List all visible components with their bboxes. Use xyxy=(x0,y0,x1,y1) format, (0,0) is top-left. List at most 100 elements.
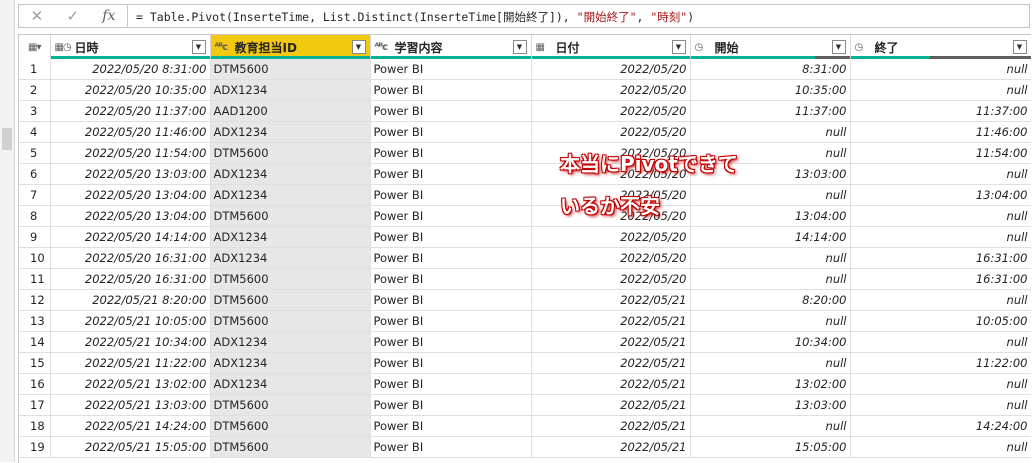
table-cell[interactable]: Power BI xyxy=(370,142,532,164)
table-cell[interactable]: 11:37:00 xyxy=(690,100,851,122)
fx-icon[interactable]: fx xyxy=(102,8,115,24)
table-cell[interactable]: ADX1234 xyxy=(210,331,371,353)
table-cell[interactable]: null xyxy=(690,415,851,437)
filter-dropdown-icon[interactable]: ▼ xyxy=(671,40,686,54)
row-number[interactable]: 15 xyxy=(19,352,51,374)
time-icon[interactable]: ◷ xyxy=(695,42,711,53)
table-cell[interactable]: Power BI xyxy=(370,184,532,206)
table-cell[interactable]: 2022/05/20 xyxy=(531,79,691,101)
table-cell[interactable]: DTM5600 xyxy=(210,415,371,437)
column-header-0[interactable]: ▦◷ 日時 ▼ xyxy=(50,35,211,59)
text-icon[interactable]: ᴬᴮᴄ xyxy=(215,42,231,53)
table-cell[interactable]: 11:54:00 xyxy=(850,142,1031,164)
column-header-2[interactable]: ᴬᴮᴄ 学習内容 ▼ xyxy=(370,35,532,59)
table-cell[interactable]: 2022/05/21 xyxy=(531,394,691,416)
table-cell[interactable]: null xyxy=(690,184,851,206)
column-header-3[interactable]: ▦ 日付 ▼ xyxy=(531,35,691,59)
table-cell[interactable]: Power BI xyxy=(370,100,532,122)
row-number[interactable]: 5 xyxy=(19,142,51,164)
table-cell[interactable]: null xyxy=(690,247,851,269)
table-cell[interactable]: null xyxy=(690,268,851,290)
row-number[interactable]: 6 xyxy=(19,163,51,185)
table-cell[interactable]: 2022/05/20 xyxy=(531,226,691,248)
filter-dropdown-icon[interactable]: ▼ xyxy=(191,40,206,54)
table-cell[interactable]: 2022/05/20 xyxy=(531,121,691,143)
row-number[interactable]: 12 xyxy=(19,289,51,311)
table-cell[interactable]: Power BI xyxy=(370,331,532,353)
table-cell[interactable]: Power BI xyxy=(370,79,532,101)
column-header-5[interactable]: ◷ 終了 ▼ xyxy=(850,35,1031,59)
table-cell[interactable]: 2022/05/20 13:03:00 xyxy=(50,163,211,185)
table-cell[interactable]: ADX1234 xyxy=(210,163,371,185)
row-number[interactable]: 8 xyxy=(19,205,51,227)
time-icon[interactable]: ◷ xyxy=(855,42,871,53)
table-cell[interactable]: 2022/05/20 13:04:00 xyxy=(50,205,211,227)
table-cell[interactable]: 2022/05/20 14:14:00 xyxy=(50,226,211,248)
table-cell[interactable]: 16:31:00 xyxy=(850,247,1031,269)
table-cell[interactable]: DTM5600 xyxy=(210,205,371,227)
table-cell[interactable]: null xyxy=(850,226,1031,248)
table-cell[interactable]: 2022/05/21 14:24:00 xyxy=(50,415,211,437)
table-cell[interactable]: Power BI xyxy=(370,289,532,311)
row-number[interactable]: 9 xyxy=(19,226,51,248)
filter-dropdown-icon[interactable]: ▼ xyxy=(831,40,846,54)
table-cell[interactable]: ADX1234 xyxy=(210,373,371,395)
table-cell[interactable]: 13:03:00 xyxy=(690,394,851,416)
table-cell[interactable]: null xyxy=(690,121,851,143)
table-cell[interactable]: ADX1234 xyxy=(210,352,371,374)
table-cell[interactable]: 2022/05/20 11:54:00 xyxy=(50,142,211,164)
table-cell[interactable]: Power BI xyxy=(370,205,532,227)
table-cell[interactable]: 2022/05/21 10:34:00 xyxy=(50,331,211,353)
table-cell[interactable]: null xyxy=(850,394,1031,416)
table-cell[interactable]: 2022/05/21 8:20:00 xyxy=(50,289,211,311)
table-cell[interactable]: 13:02:00 xyxy=(690,373,851,395)
table-cell[interactable]: Power BI xyxy=(370,436,532,458)
table-cell[interactable]: 2022/05/20 xyxy=(531,59,691,80)
table-cell[interactable]: 2022/05/20 8:31:00 xyxy=(50,59,211,80)
row-number[interactable]: 7 xyxy=(19,184,51,206)
table-cell[interactable]: Power BI xyxy=(370,247,532,269)
table-cell[interactable]: Power BI xyxy=(370,373,532,395)
table-cell[interactable]: 2022/05/20 xyxy=(531,100,691,122)
formula-input[interactable]: = Table.Pivot(InserteTime, List.Distinct… xyxy=(128,4,1030,28)
row-number[interactable]: 3 xyxy=(19,100,51,122)
table-cell[interactable]: 2022/05/21 xyxy=(531,310,691,332)
table-cell[interactable]: 2022/05/21 xyxy=(531,436,691,458)
table-cell[interactable]: 2022/05/20 11:46:00 xyxy=(50,121,211,143)
column-header-1[interactable]: ᴬᴮᴄ 教育担当ID ▼ xyxy=(210,35,371,59)
table-cell[interactable]: 14:14:00 xyxy=(690,226,851,248)
table-cell[interactable]: DTM5600 xyxy=(210,394,371,416)
table-cell[interactable]: Power BI xyxy=(370,394,532,416)
filter-dropdown-icon[interactable]: ▼ xyxy=(1012,40,1027,54)
table-cell[interactable]: 8:20:00 xyxy=(690,289,851,311)
table-cell[interactable]: Power BI xyxy=(370,352,532,374)
table-cell[interactable]: 8:31:00 xyxy=(690,59,851,80)
table-cell[interactable]: null xyxy=(850,79,1031,101)
table-cell[interactable]: 15:05:00 xyxy=(690,436,851,458)
left-queries-pane[interactable] xyxy=(0,0,15,462)
row-number[interactable]: 18 xyxy=(19,415,51,437)
table-cell[interactable]: 2022/05/21 13:02:00 xyxy=(50,373,211,395)
table-cell[interactable]: ADX1234 xyxy=(210,247,371,269)
table-cell[interactable]: 10:35:00 xyxy=(690,79,851,101)
table-cell[interactable]: 2022/05/20 11:37:00 xyxy=(50,100,211,122)
table-cell[interactable]: 13:04:00 xyxy=(850,184,1031,206)
table-cell[interactable]: null xyxy=(850,373,1031,395)
pane-scroll-thumb[interactable] xyxy=(2,128,12,150)
table-cell[interactable]: null xyxy=(850,331,1031,353)
table-cell[interactable]: null xyxy=(850,59,1031,80)
table-cell[interactable]: 2022/05/20 xyxy=(531,268,691,290)
filter-dropdown-icon[interactable]: ▼ xyxy=(351,40,366,54)
table-cell[interactable]: Power BI xyxy=(370,163,532,185)
table-cell[interactable]: Power BI xyxy=(370,121,532,143)
table-cell[interactable]: null xyxy=(850,436,1031,458)
table-cell[interactable]: Power BI xyxy=(370,415,532,437)
table-menu-button[interactable]: ▦▾ xyxy=(19,35,51,59)
table-cell[interactable]: 2022/05/21 xyxy=(531,289,691,311)
table-cell[interactable]: 2022/05/20 16:31:00 xyxy=(50,247,211,269)
row-number[interactable]: 13 xyxy=(19,310,51,332)
row-number[interactable]: 17 xyxy=(19,394,51,416)
table-cell[interactable]: Power BI xyxy=(370,59,532,80)
column-header-4[interactable]: ◷ 開始 ▼ xyxy=(690,35,851,59)
table-cell[interactable]: Power BI xyxy=(370,226,532,248)
